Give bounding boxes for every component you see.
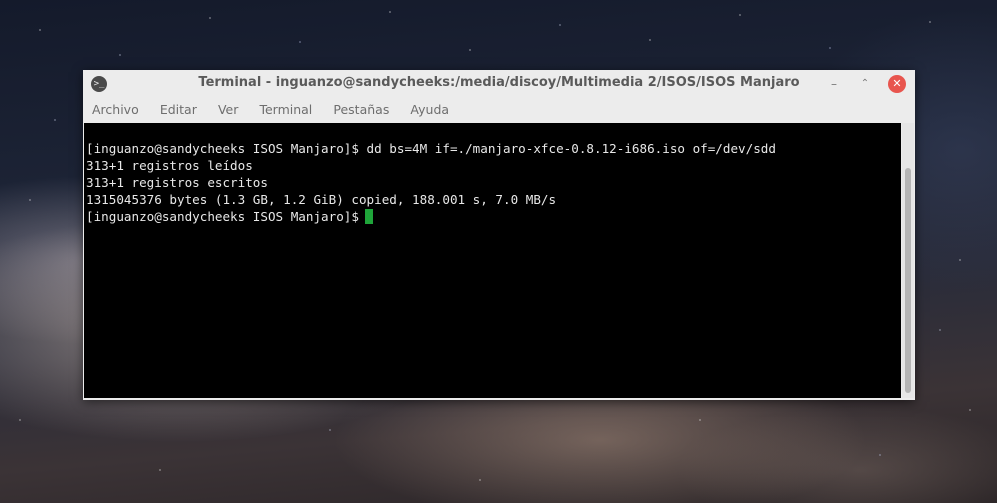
menu-archivo[interactable]: Archivo [92,98,139,122]
menu-bar: Archivo Editar Ver Terminal Pestañas Ayu… [83,98,915,122]
window-title: Terminal - inguanzo@sandycheeks:/media/d… [198,75,800,90]
vertical-scrollbar[interactable] [902,123,914,398]
terminal-line: 313+1 registros leídos [86,158,253,173]
close-button[interactable]: ✕ [888,75,906,93]
scrollbar-thumb[interactable] [905,168,911,393]
menu-editar[interactable]: Editar [160,98,197,122]
maximize-button[interactable]: ⌃ [856,75,874,93]
terminal-line: 313+1 registros escritos [86,175,268,190]
terminal-prompt: [inguanzo@sandycheeks ISOS Manjaro]$ [86,209,359,224]
window-titlebar[interactable]: >_ Terminal - inguanzo@sandycheeks:/medi… [83,70,915,98]
menu-ver[interactable]: Ver [218,98,238,122]
terminal-lines: [inguanzo@sandycheeks ISOS Manjaro]$ dd … [86,140,776,225]
terminal-line: [inguanzo@sandycheeks ISOS Manjaro]$ dd … [86,141,776,156]
minimize-button[interactable]: – [825,75,843,93]
menu-ayuda[interactable]: Ayuda [410,98,449,122]
terminal-output-area[interactable]: [inguanzo@sandycheeks ISOS Manjaro]$ dd … [84,123,901,398]
terminal-line: 1315045376 bytes (1.3 GB, 1.2 GiB) copie… [86,192,557,207]
terminal-prompt-line[interactable]: [inguanzo@sandycheeks ISOS Manjaro]$ [86,208,776,225]
text-cursor [364,209,373,224]
menu-terminal[interactable]: Terminal [259,98,312,122]
menu-pestanas[interactable]: Pestañas [333,98,389,122]
terminal-window[interactable]: >_ Terminal - inguanzo@sandycheeks:/medi… [83,70,915,400]
